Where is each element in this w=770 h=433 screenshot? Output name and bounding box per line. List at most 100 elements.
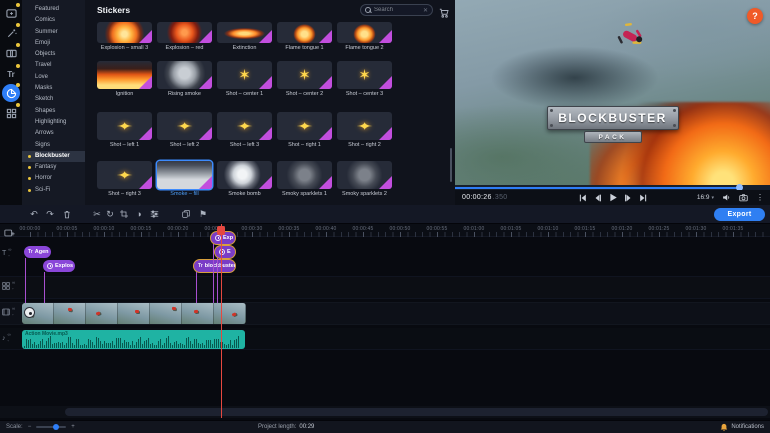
category-item-signs[interactable]: Signs xyxy=(22,140,85,151)
sticker-item-explosion-small-3[interactable]: Explosion – small 3 xyxy=(97,22,152,51)
sticker-track-header[interactable]: ∞ ◦ xyxy=(2,280,15,292)
sticker-item-shot-center-3[interactable]: Shot – center 3 xyxy=(337,61,392,97)
next-frame-button[interactable] xyxy=(624,194,632,202)
filters-tab[interactable] xyxy=(2,23,20,42)
timeline-clip-blockbuster[interactable]: Tr blockbuster xyxy=(194,260,235,272)
track-link-icon[interactable]: ∞ xyxy=(8,247,11,253)
sticker-thumbnail[interactable] xyxy=(97,112,152,140)
sticker-thumbnail[interactable] xyxy=(217,61,272,89)
category-item-sketch[interactable]: Sketch xyxy=(22,94,85,105)
sticker-thumbnail[interactable] xyxy=(97,161,152,189)
category-item-shapes[interactable]: Shapes xyxy=(22,106,85,117)
video-track-header[interactable]: ∞ ◦ xyxy=(2,306,15,317)
delete-button[interactable] xyxy=(60,207,74,221)
playhead-line[interactable] xyxy=(221,224,222,418)
sticker-item-explosion-red[interactable]: Explosion – red xyxy=(157,22,212,51)
sticker-item-shot-right-1[interactable]: Shot – right 1 xyxy=(277,112,332,148)
sticker-track-lane[interactable] xyxy=(0,276,770,299)
category-item-summer[interactable]: Summer xyxy=(22,27,85,38)
sticker-item-shot-right-2[interactable]: Shot – right 2 xyxy=(337,112,392,148)
prev-frame-button[interactable] xyxy=(593,194,601,202)
sticker-thumbnail[interactable] xyxy=(337,22,392,43)
more-tools-tab[interactable] xyxy=(2,103,20,122)
sticker-item-smoke-fill[interactable]: Smoke – fill xyxy=(157,161,212,197)
sticker-item-ignition[interactable]: Ignition xyxy=(97,61,152,97)
track-link-icon[interactable]: ∞ xyxy=(12,306,15,312)
sticker-thumbnail[interactable] xyxy=(337,161,392,189)
skip-start-button[interactable] xyxy=(578,194,586,202)
transition-badge[interactable] xyxy=(24,307,35,318)
timeline-clip-agen[interactable]: Tr Agen xyxy=(24,246,51,258)
timeline-scrollbar[interactable] xyxy=(0,406,770,418)
zoom-in-button[interactable]: + xyxy=(71,424,75,430)
sticker-thumbnail[interactable] xyxy=(337,112,392,140)
category-item-highlighting[interactable]: Highlighting xyxy=(22,117,85,128)
panel-scrollbar[interactable] xyxy=(450,148,452,182)
clip-properties-button[interactable] xyxy=(147,207,161,221)
video-canvas[interactable]: BLOCKBUSTER PACK ? xyxy=(455,0,770,185)
sticker-item-flame-tongue-1[interactable]: Flame tongue 1 xyxy=(277,22,332,51)
sticker-thumbnail[interactable] xyxy=(337,61,392,89)
sticker-thumbnail[interactable] xyxy=(217,112,272,140)
sticker-thumbnail[interactable] xyxy=(97,22,152,43)
volume-button[interactable] xyxy=(722,193,731,202)
sticker-item-smoky-sparklets-2[interactable]: Smoky sparklets 2 xyxy=(337,161,392,197)
category-item-sci-fi[interactable]: Sci-Fi xyxy=(22,185,85,196)
import-tab[interactable] xyxy=(2,3,20,22)
sticker-thumbnail[interactable] xyxy=(217,22,272,43)
help-button[interactable]: ? xyxy=(747,8,763,24)
category-item-love[interactable]: Love xyxy=(22,72,85,83)
audio-clip[interactable]: Action Movie.mp3 xyxy=(22,330,245,349)
skip-end-button[interactable] xyxy=(639,194,647,202)
sticker-thumbnail[interactable] xyxy=(97,61,152,89)
scale-slider-knob[interactable] xyxy=(53,424,60,430)
transitions-tab[interactable] xyxy=(2,43,20,62)
category-item-horror[interactable]: Horror xyxy=(22,173,85,184)
sticker-thumbnail[interactable] xyxy=(277,22,332,43)
category-item-objects[interactable]: Objects xyxy=(22,49,85,60)
marker-button[interactable]: ⚑ xyxy=(196,207,210,221)
category-item-fantasy[interactable]: Fantasy xyxy=(22,162,85,173)
sticker-thumbnail[interactable] xyxy=(277,112,332,140)
sticker-item-shot-center-1[interactable]: Shot – center 1 xyxy=(217,61,272,97)
category-item-arrows[interactable]: Arrows xyxy=(22,128,85,139)
category-item-comics[interactable]: Comics xyxy=(22,15,85,26)
export-button[interactable]: Export xyxy=(714,207,765,221)
category-item-masks[interactable]: Masks xyxy=(22,83,85,94)
sticker-item-shot-left-2[interactable]: Shot – left 2 xyxy=(157,112,212,148)
category-item-emoji[interactable]: Emoji xyxy=(22,38,85,49)
sticker-item-shot-center-2[interactable]: Shot – center 2 xyxy=(277,61,332,97)
player-menu-button[interactable]: ⋮ xyxy=(756,193,764,202)
play-button[interactable] xyxy=(608,193,617,202)
timeline-scrollbar-thumb[interactable] xyxy=(65,408,768,416)
duplicate-button[interactable] xyxy=(179,207,193,221)
sticker-item-rising-smoke[interactable]: Rising smoke xyxy=(157,61,212,97)
sticker-thumbnail[interactable] xyxy=(277,61,332,89)
track-link-icon[interactable]: ∞ xyxy=(8,332,11,338)
sticker-thumbnail[interactable] xyxy=(277,161,332,189)
timeline-clip-explos[interactable]: Explos xyxy=(43,260,75,272)
sticker-item-shot-left-1[interactable]: Shot – left 1 xyxy=(97,112,152,148)
scale-slider[interactable] xyxy=(36,424,67,430)
category-item-blockbuster[interactable]: Blockbuster xyxy=(22,150,85,163)
sticker-thumbnail[interactable] xyxy=(157,161,212,189)
redo-button[interactable]: ↷ xyxy=(43,207,57,221)
playhead-handle[interactable] xyxy=(217,226,225,235)
sticker-thumbnail[interactable] xyxy=(217,161,272,189)
undo-button[interactable]: ↶ xyxy=(27,207,41,221)
category-item-travel[interactable]: Travel xyxy=(22,60,85,71)
sticker-thumbnail[interactable] xyxy=(157,112,212,140)
audio-track-header[interactable]: ♪ ∞ ◦ xyxy=(2,332,11,343)
sticker-item-smoke-bomb[interactable]: Smoke bomb xyxy=(217,161,272,197)
titles-tab[interactable]: Tr xyxy=(2,64,20,83)
track-lock-icon[interactable]: ◦ xyxy=(12,286,15,292)
sticker-thumbnail[interactable] xyxy=(157,61,212,89)
color-adjust-button[interactable]: ◑ xyxy=(132,207,146,221)
title-track-header[interactable]: T ∞ ◦ xyxy=(2,247,12,258)
add-track-button[interactable] xyxy=(4,225,15,243)
sticker-item-flame-tongue-2[interactable]: Flame tongue 2 xyxy=(337,22,392,51)
snapshot-camera-button[interactable] xyxy=(739,193,748,202)
sticker-thumbnail[interactable] xyxy=(157,22,212,43)
rotate-button[interactable]: ↻ xyxy=(103,207,117,221)
split-button[interactable]: ✂ xyxy=(90,207,104,221)
